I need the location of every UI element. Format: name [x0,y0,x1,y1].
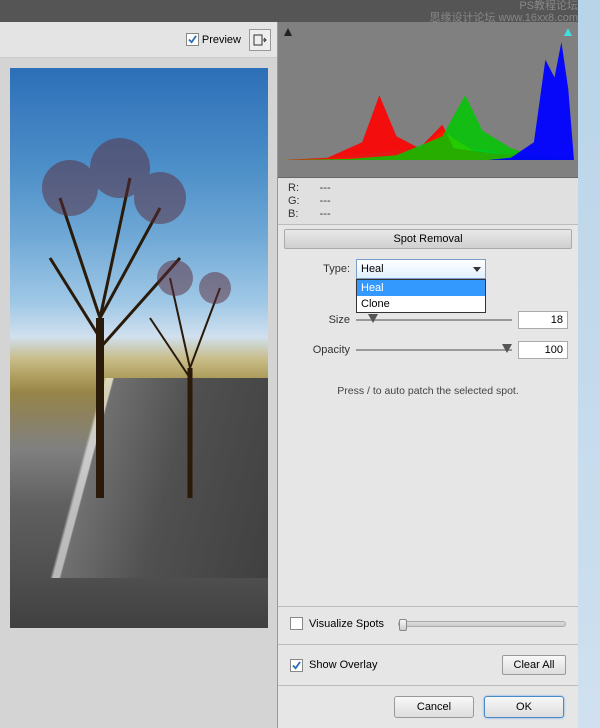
opacity-label: Opacity [288,344,350,356]
dialog-button-row: Cancel OK [278,685,578,728]
preview-toolbar: Preview [0,22,277,58]
visualize-checkbox[interactable] [290,617,303,630]
type-dropdown[interactable]: Heal Heal Clone [356,259,486,279]
preview-label: Preview [202,34,241,46]
histogram-area [278,22,578,178]
preview-checkbox[interactable] [186,33,199,46]
size-input[interactable] [518,311,568,329]
overlay-checkbox[interactable] [290,659,303,672]
size-label: Size [288,314,350,326]
watermark-text: PS教程论坛 思缘设计论坛 www.16xx8.com [429,0,578,24]
cancel-button[interactable]: Cancel [394,696,474,718]
preview-checkbox-row[interactable]: Preview [186,33,241,46]
overlay-label: Show Overlay [309,659,377,671]
chevron-down-icon [473,267,481,272]
rgb-readout: R: G: B: --- --- --- [278,178,578,225]
visualize-label: Visualize Spots [309,618,384,630]
type-option-clone[interactable]: Clone [357,296,485,312]
image-preview-area[interactable] [0,58,277,728]
opacity-input[interactable] [518,341,568,359]
hint-text: Press / to auto patch the selected spot. [278,369,578,413]
panel-title[interactable]: Spot Removal [284,229,572,249]
preview-panel: Preview [0,22,278,728]
highlight-clip-icon[interactable] [562,26,574,38]
visualize-slider[interactable] [398,621,566,627]
adjustments-panel: R: G: B: --- --- --- Spot Removal Type: … [278,22,578,728]
opacity-slider[interactable] [356,343,512,357]
clear-all-button[interactable]: Clear All [502,655,566,675]
photo-preview [10,68,268,628]
type-dropdown-list: Heal Clone [356,279,486,313]
bottom-controls: Visualize Spots [278,606,578,640]
shadow-clip-icon[interactable] [282,26,294,38]
dialog-window: Preview [0,22,578,728]
rgb-histogram[interactable] [282,42,574,160]
type-label: Type: [288,263,350,275]
opacity-row: Opacity [278,339,578,369]
type-option-heal[interactable]: Heal [357,280,485,296]
size-row: Size [278,309,578,339]
overlay-section: Show Overlay Clear All [278,644,578,685]
toggle-view-icon[interactable] [249,29,271,51]
size-slider[interactable] [356,313,512,327]
ok-button[interactable]: OK [484,696,564,718]
type-row: Type: Heal Heal Clone [278,257,578,281]
type-selected-value: Heal [361,263,384,275]
